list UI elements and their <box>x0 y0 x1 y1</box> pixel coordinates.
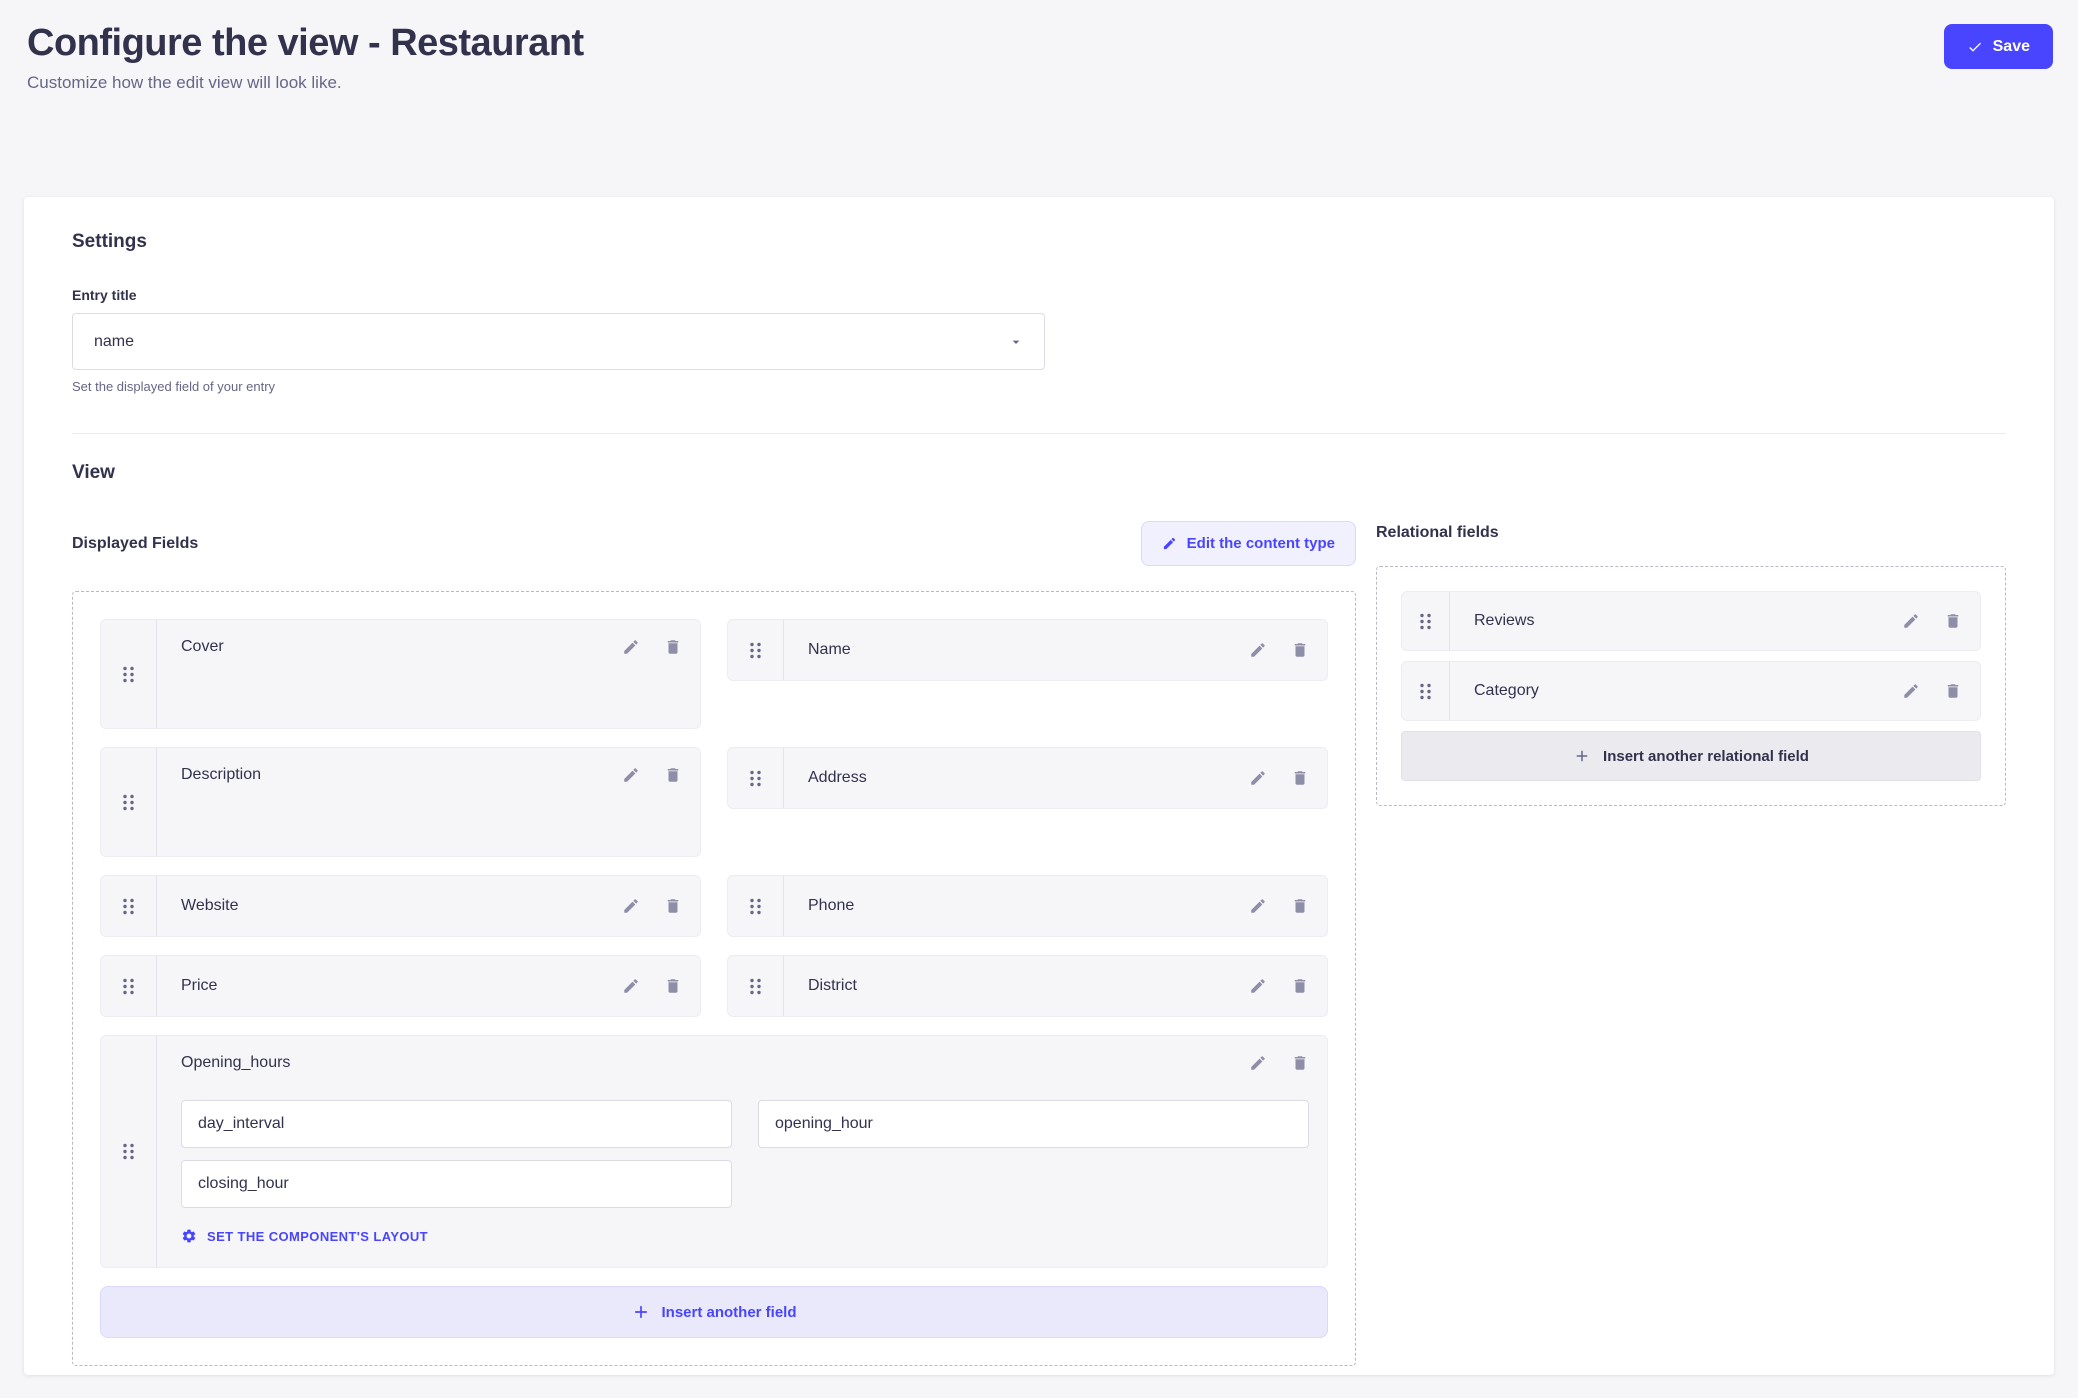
delete-field-icon[interactable] <box>664 766 682 784</box>
field-card-name[interactable]: Name <box>727 619 1328 681</box>
drag-handle-icon[interactable] <box>101 620 157 728</box>
page-subtitle: Customize how the edit view will look li… <box>27 73 2053 93</box>
edit-field-icon[interactable] <box>622 897 640 915</box>
edit-field-icon[interactable] <box>622 977 640 995</box>
component-subfield-day-interval[interactable]: day_interval <box>181 1100 732 1148</box>
field-card-label: Phone <box>808 897 854 915</box>
delete-field-icon[interactable] <box>1291 769 1309 787</box>
section-divider <box>72 433 2006 434</box>
field-card-opening-hours[interactable]: Opening_hours day_interval opening_hour … <box>100 1035 1328 1268</box>
entry-title-label: Entry title <box>72 287 2006 303</box>
configuration-panel: Settings Entry title name Set the displa… <box>24 197 2054 1375</box>
insert-another-field-button[interactable]: Insert another field <box>100 1286 1328 1338</box>
delete-field-icon[interactable] <box>1291 641 1309 659</box>
edit-field-icon[interactable] <box>1249 977 1267 995</box>
page-title: Configure the view - Restaurant <box>27 22 2053 65</box>
field-card-district[interactable]: District <box>727 955 1328 1017</box>
relational-card-category[interactable]: Category <box>1401 661 1981 721</box>
field-card-label: Price <box>181 977 217 995</box>
field-card-website[interactable]: Website <box>100 875 701 937</box>
edit-field-icon[interactable] <box>622 638 640 656</box>
field-card-description[interactable]: Description <box>100 747 701 857</box>
delete-field-icon[interactable] <box>1944 612 1962 630</box>
relational-card-label: Category <box>1474 682 1539 700</box>
save-button[interactable]: Save <box>1944 24 2053 69</box>
page-header: Configure the view - Restaurant Customiz… <box>0 0 2078 93</box>
edit-field-icon[interactable] <box>1249 1054 1267 1072</box>
delete-field-icon[interactable] <box>1291 1054 1309 1072</box>
relational-fields-heading: Relational fields <box>1376 524 1499 542</box>
insert-relational-field-button[interactable]: Insert another relational field <box>1401 731 1981 781</box>
edit-field-icon[interactable] <box>1902 612 1920 630</box>
set-component-layout-link[interactable]: SET THE COMPONENT'S LAYOUT <box>181 1228 428 1244</box>
edit-field-icon[interactable] <box>1249 769 1267 787</box>
field-card-label: District <box>808 977 857 995</box>
relational-card-label: Reviews <box>1474 612 1534 630</box>
relational-card-reviews[interactable]: Reviews <box>1401 591 1981 651</box>
drag-handle-icon[interactable] <box>728 956 784 1016</box>
relational-fields-dropzone: Reviews Category <box>1376 566 2006 806</box>
drag-handle-icon[interactable] <box>101 956 157 1016</box>
edit-field-icon[interactable] <box>1902 682 1920 700</box>
displayed-fields-column: Displayed Fields Edit the content type C… <box>72 521 1356 1366</box>
delete-field-icon[interactable] <box>1291 977 1309 995</box>
set-component-layout-label: SET THE COMPONENT'S LAYOUT <box>207 1229 428 1244</box>
delete-field-icon[interactable] <box>1944 682 1962 700</box>
field-card-label: Cover <box>181 638 224 656</box>
insert-relational-field-label: Insert another relational field <box>1603 748 1809 765</box>
plus-icon <box>631 1302 651 1322</box>
drag-handle-icon[interactable] <box>101 1036 157 1267</box>
field-card-label: Description <box>181 766 261 784</box>
field-card-label: Website <box>181 897 239 915</box>
delete-field-icon[interactable] <box>664 638 682 656</box>
edit-content-type-button[interactable]: Edit the content type <box>1141 521 1356 566</box>
field-card-label: Address <box>808 769 867 787</box>
chevron-down-icon <box>1008 334 1024 350</box>
field-card-label: Name <box>808 641 851 659</box>
drag-handle-icon[interactable] <box>101 876 157 936</box>
component-subfield-opening-hour[interactable]: opening_hour <box>758 1100 1309 1148</box>
delete-field-icon[interactable] <box>664 977 682 995</box>
entry-title-select-value: name <box>94 333 134 351</box>
view-heading: View <box>72 462 2006 484</box>
delete-field-icon[interactable] <box>1291 897 1309 915</box>
displayed-fields-label: Displayed Fields <box>72 535 198 553</box>
drag-handle-icon[interactable] <box>728 748 784 808</box>
entry-title-select[interactable]: name <box>72 313 1045 370</box>
check-icon <box>1967 39 1983 55</box>
field-card-address[interactable]: Address <box>727 747 1328 809</box>
drag-handle-icon[interactable] <box>728 620 784 680</box>
drag-handle-icon[interactable] <box>1402 592 1450 650</box>
edit-field-icon[interactable] <box>1249 897 1267 915</box>
edit-field-icon[interactable] <box>1249 641 1267 659</box>
relational-fields-column: Relational fields Reviews <box>1376 521 2006 806</box>
settings-heading: Settings <box>72 231 2006 253</box>
drag-handle-icon[interactable] <box>101 748 157 856</box>
field-card-cover[interactable]: Cover <box>100 619 701 729</box>
field-card-price[interactable]: Price <box>100 955 701 1017</box>
drag-handle-icon[interactable] <box>1402 662 1450 720</box>
displayed-fields-dropzone: Cover Name <box>72 591 1356 1366</box>
delete-field-icon[interactable] <box>664 897 682 915</box>
save-button-label: Save <box>1993 38 2030 56</box>
component-subfield-closing-hour[interactable]: closing_hour <box>181 1160 732 1208</box>
insert-another-field-label: Insert another field <box>661 1304 796 1321</box>
entry-title-helper: Set the displayed field of your entry <box>72 379 2006 394</box>
plus-icon <box>1573 747 1591 765</box>
drag-handle-icon[interactable] <box>728 876 784 936</box>
gear-icon <box>181 1228 197 1244</box>
edit-field-icon[interactable] <box>622 766 640 784</box>
field-card-phone[interactable]: Phone <box>727 875 1328 937</box>
pencil-icon <box>1162 536 1177 551</box>
component-label: Opening_hours <box>181 1054 290 1072</box>
edit-content-type-label: Edit the content type <box>1187 535 1335 552</box>
